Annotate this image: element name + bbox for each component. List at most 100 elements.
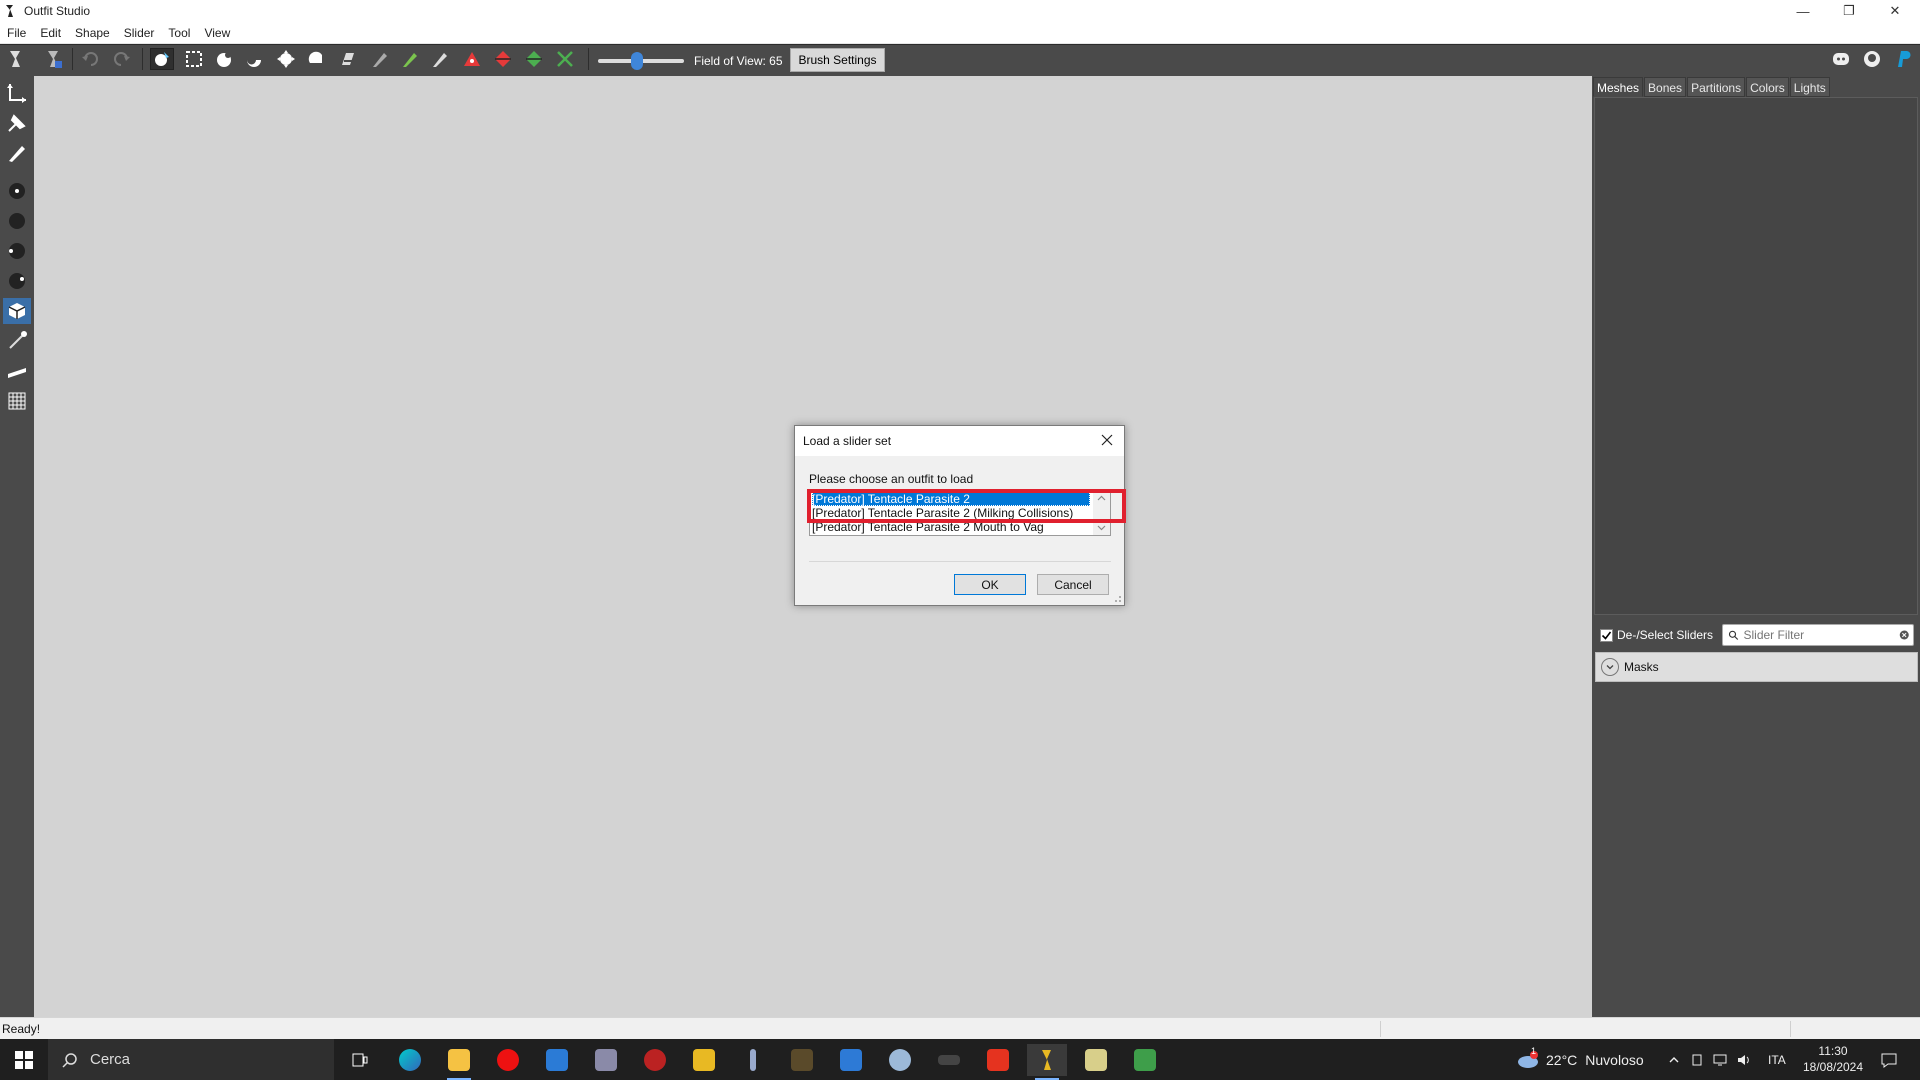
- taskbar-clock[interactable]: 11:30 18/08/2024: [1798, 1043, 1868, 1075]
- window-app-icon[interactable]: [831, 1044, 871, 1076]
- select-brush-icon[interactable]: [150, 48, 174, 70]
- undo-icon[interactable]: [78, 48, 102, 70]
- scroll-up-icon[interactable]: [1097, 494, 1106, 503]
- redo-icon[interactable]: [110, 48, 134, 70]
- pivot-icon[interactable]: [3, 110, 31, 136]
- fov-slider-thumb[interactable]: [631, 52, 643, 70]
- cube-icon[interactable]: [3, 298, 31, 324]
- tab-colors[interactable]: Colors: [1746, 77, 1789, 97]
- vertex-select-icon[interactable]: [3, 140, 31, 166]
- meshes-list[interactable]: [1594, 97, 1918, 615]
- network-icon[interactable]: [1712, 1039, 1728, 1080]
- clear-filter-icon[interactable]: [1899, 628, 1910, 642]
- tray-chevron-up-icon[interactable]: [1668, 1039, 1680, 1080]
- game-app-icon[interactable]: [635, 1044, 675, 1076]
- point-icon[interactable]: [3, 178, 31, 204]
- color-brush-icon[interactable]: [398, 48, 422, 70]
- media-app-icon[interactable]: [586, 1044, 626, 1076]
- list-item[interactable]: [Predator] Tentacle Parasite 2: [812, 492, 1090, 506]
- foxit-icon[interactable]: [978, 1044, 1018, 1076]
- collapse-vertex-icon[interactable]: [460, 48, 484, 70]
- chess-app-icon[interactable]: [782, 1044, 822, 1076]
- deflate-brush-icon[interactable]: [242, 48, 266, 70]
- menu-file[interactable]: File: [0, 22, 33, 44]
- scroll-down-icon[interactable]: [1097, 523, 1106, 532]
- spreadsheet-icon[interactable]: [1125, 1044, 1165, 1076]
- menu-slider[interactable]: Slider: [117, 22, 162, 44]
- deselect-sliders-checkbox[interactable]: De-/Select Sliders: [1600, 628, 1713, 642]
- tray-device-icon[interactable]: [1690, 1039, 1704, 1080]
- notification-icon[interactable]: [1880, 1039, 1898, 1080]
- inflate-brush-icon[interactable]: [212, 48, 236, 70]
- delete-vertex-icon[interactable]: [553, 48, 577, 70]
- outfit-listbox[interactable]: [Predator] Tentacle Parasite 2 [Predator…: [809, 490, 1111, 536]
- paypal-icon[interactable]: [1891, 48, 1915, 70]
- smooth-brush-icon[interactable]: [304, 48, 328, 70]
- mask-brush-icon[interactable]: [182, 48, 206, 70]
- menu-shape[interactable]: Shape: [68, 22, 117, 44]
- archive-app-icon[interactable]: [684, 1044, 724, 1076]
- weather-widget[interactable]: 1 22°C Nuvoloso: [1516, 1039, 1644, 1080]
- start-button[interactable]: [0, 1039, 48, 1080]
- opera-icon[interactable]: [488, 1044, 528, 1076]
- menu-view[interactable]: View: [197, 22, 237, 44]
- dialog-prompt: Please choose an outfit to load: [809, 472, 974, 486]
- transform-icon[interactable]: [3, 80, 31, 106]
- masks-section[interactable]: Masks: [1595, 652, 1918, 682]
- file-explorer-icon[interactable]: [439, 1044, 479, 1080]
- tab-lights[interactable]: Lights: [1789, 77, 1830, 97]
- store-icon[interactable]: [537, 1044, 577, 1076]
- undiff-brush-icon[interactable]: [336, 48, 360, 70]
- tab-partitions[interactable]: Partitions: [1687, 77, 1746, 97]
- language-indicator[interactable]: ITA: [1768, 1039, 1786, 1080]
- resize-grip-icon[interactable]: [1112, 593, 1122, 603]
- clock-time: 11:30: [1818, 1044, 1848, 1058]
- edge-icon[interactable]: [3, 328, 31, 354]
- cancel-button[interactable]: Cancel: [1037, 574, 1109, 595]
- outfit-studio-icon[interactable]: [1027, 1044, 1067, 1080]
- checkbox-icon: [1600, 628, 1613, 642]
- ok-button[interactable]: OK: [954, 574, 1026, 595]
- nvidia-icon[interactable]: [929, 1044, 969, 1076]
- sphere-icon[interactable]: [3, 208, 31, 234]
- dialog-close-icon[interactable]: [1098, 431, 1116, 449]
- dialog-title: Load a slider set: [803, 434, 892, 448]
- split-edge-icon[interactable]: [522, 48, 546, 70]
- minimize-button[interactable]: —: [1780, 0, 1826, 22]
- list-item[interactable]: [Predator] Tentacle Parasite 2 Mouth to …: [812, 520, 1044, 534]
- github-icon[interactable]: [1860, 48, 1884, 70]
- menu-edit[interactable]: Edit: [33, 22, 68, 44]
- grid-icon[interactable]: [3, 388, 31, 414]
- discord-icon[interactable]: [1829, 48, 1853, 70]
- pen-app-icon[interactable]: [733, 1044, 773, 1076]
- task-view-icon[interactable]: [340, 1044, 380, 1076]
- weight-brush-icon[interactable]: [368, 48, 392, 70]
- restore-button[interactable]: ❐: [1826, 0, 1872, 22]
- slider-filter-box: [1722, 624, 1914, 646]
- tab-bones[interactable]: Bones: [1644, 77, 1687, 97]
- load-project-icon[interactable]: [4, 48, 28, 70]
- taskbar-search-placeholder: Cerca: [90, 1051, 131, 1068]
- tool-app-icon[interactable]: [880, 1044, 920, 1076]
- brush-settings-button[interactable]: Brush Settings: [790, 48, 885, 72]
- bone-icon[interactable]: [3, 358, 31, 384]
- alpha-brush-icon[interactable]: [428, 48, 452, 70]
- tab-meshes[interactable]: Meshes: [1593, 77, 1644, 97]
- sphere-dot-icon[interactable]: [3, 268, 31, 294]
- save-project-icon[interactable]: [42, 48, 66, 70]
- status-text: Ready!: [2, 1022, 41, 1036]
- volume-icon[interactable]: [1736, 1039, 1752, 1080]
- edge-browser-icon[interactable]: [390, 1044, 430, 1076]
- list-item[interactable]: [Predator] Tentacle Parasite 2 (Milking …: [812, 506, 1073, 520]
- move-brush-icon[interactable]: [274, 48, 298, 70]
- close-button[interactable]: ✕: [1872, 0, 1918, 22]
- status-bar: Ready!: [0, 1017, 1920, 1039]
- taskbar-search[interactable]: Cerca: [48, 1039, 334, 1080]
- listbox-scrollbar[interactable]: [1093, 491, 1110, 535]
- chevron-down-icon[interactable]: [1601, 658, 1619, 676]
- sphere-small-icon[interactable]: [3, 238, 31, 264]
- map-app-icon[interactable]: [1076, 1044, 1116, 1076]
- menu-tool[interactable]: Tool: [161, 22, 197, 44]
- slider-filter-input[interactable]: [1743, 626, 1899, 644]
- flip-edge-icon[interactable]: [491, 48, 515, 70]
